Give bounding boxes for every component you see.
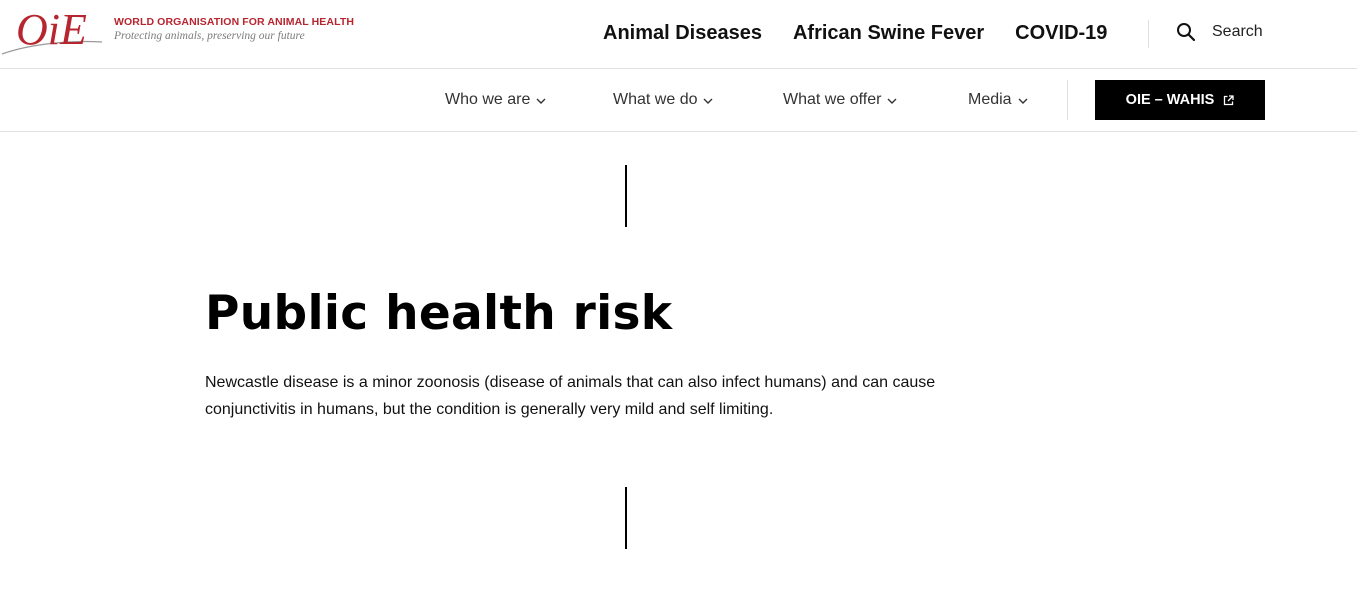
nav-items: Who we are What we do What we offer Medi…	[445, 91, 1048, 109]
oie-wahis-label: OIE – WAHIS	[1125, 92, 1215, 108]
logo-tagline: Protecting animals, preserving our futur…	[114, 30, 305, 42]
quick-link-covid-19[interactable]: COVID-19	[1015, 22, 1107, 45]
chevron-down-icon	[536, 98, 546, 104]
section-title: Public health risk	[205, 286, 673, 341]
logo-mark-text: OiE	[16, 5, 87, 54]
nav-item-what-we-offer[interactable]: What we offer	[783, 91, 968, 109]
chevron-down-icon	[887, 98, 897, 104]
nav-divider	[1067, 80, 1068, 120]
quick-links: Animal Diseases African Swine Fever COVI…	[603, 22, 1107, 45]
top-header: OiE WORLD ORGANISATION FOR ANIMAL HEALTH…	[0, 0, 1357, 69]
search-label: Search	[1212, 23, 1263, 40]
nav-item-label: Who we are	[445, 91, 531, 108]
section-body: Newcastle disease is a minor zoonosis (d…	[205, 374, 936, 418]
search-button[interactable]: Search	[1176, 20, 1263, 44]
nav-item-what-we-do[interactable]: What we do	[613, 91, 783, 109]
oie-logo-mark: OiE	[1, 5, 103, 55]
logo-org-name: WORLD ORGANISATION FOR ANIMAL HEALTH	[114, 16, 355, 28]
section-divider-top	[625, 165, 627, 227]
search-icon	[1177, 23, 1196, 42]
nav-item-label: What we do	[613, 91, 698, 108]
nav-item-label: What we offer	[783, 91, 882, 108]
nav-item-who-we-are[interactable]: Who we are	[445, 91, 613, 109]
page: OiE WORLD ORGANISATION FOR ANIMAL HEALTH…	[0, 0, 1357, 605]
chevron-down-icon	[1018, 98, 1028, 104]
nav-item-media[interactable]: Media	[968, 91, 1048, 109]
chevron-down-icon	[703, 98, 713, 104]
header-divider	[1148, 20, 1149, 48]
oie-logo[interactable]: OiE WORLD ORGANISATION FOR ANIMAL HEALTH…	[0, 4, 354, 56]
main-nav: Who we are What we do What we offer Medi…	[0, 69, 1357, 132]
oie-wahis-button[interactable]: OIE – WAHIS	[1095, 80, 1265, 120]
external-link-icon	[1224, 94, 1234, 105]
quick-link-animal-diseases[interactable]: Animal Diseases	[603, 22, 762, 45]
nav-item-label: Media	[968, 91, 1012, 108]
quick-link-african-swine-fever[interactable]: African Swine Fever	[793, 22, 984, 45]
section-divider-bottom	[625, 487, 627, 549]
